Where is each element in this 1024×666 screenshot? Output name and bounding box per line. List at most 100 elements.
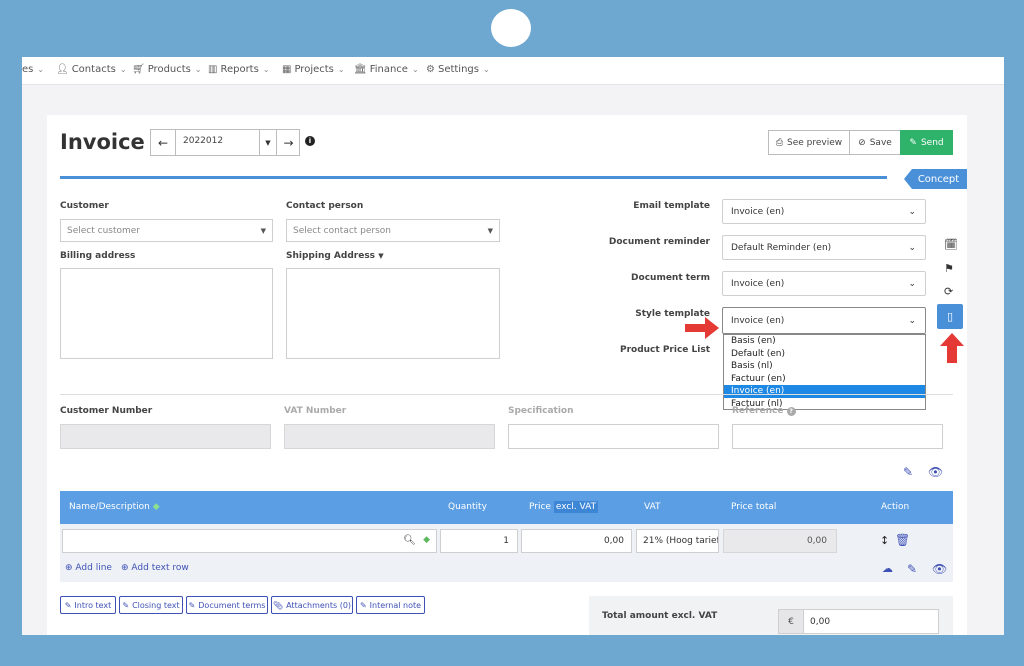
chevron-down-icon: ⌄ xyxy=(908,278,916,289)
nav-item-projects[interactable]: ▦ Projects ⌄ xyxy=(282,64,345,75)
invoice-number[interactable]: 2022012 xyxy=(183,136,223,146)
nav-item-settings[interactable]: ⚙ Settings ⌄ xyxy=(426,64,490,75)
cart-icon: 🛒︎ xyxy=(132,64,145,75)
top-navigation: es ⌄ 👤︎ Contacts ⌄ 🛒︎ Products ⌄ ▥ Reports ⌄ ▦ P… xyxy=(22,57,1004,85)
customer-placeholder: Select customer xyxy=(67,225,141,236)
billing-address-label: Billing address xyxy=(60,251,136,261)
email-template-label: Email template xyxy=(633,201,710,211)
invoice-number-navigator: ← 2022012 ▼ → xyxy=(150,129,300,156)
calendar-check-icon[interactable]: 🗓︎ xyxy=(944,238,958,251)
document-reminder-select[interactable]: Default Reminder (en) ⌄ xyxy=(722,235,926,260)
dropdown-option-selected[interactable]: Invoice (en) xyxy=(724,385,925,398)
shipping-address-field[interactable] xyxy=(286,268,500,359)
nav-label: Contacts xyxy=(71,64,116,75)
trash-icon[interactable]: 🗑︎ xyxy=(895,533,910,547)
help-icon[interactable]: ? xyxy=(786,407,796,416)
add-text-row-label: Add text row xyxy=(131,563,189,573)
customer-select[interactable]: Select customer ▼ xyxy=(60,219,273,242)
pencil-icon[interactable]: ✎ xyxy=(903,465,913,479)
chevron-down-icon: ⌄ xyxy=(908,206,916,217)
next-invoice-button[interactable]: → xyxy=(276,130,300,155)
document-term-value: Invoice (en) xyxy=(731,278,785,289)
reference-field[interactable] xyxy=(732,424,943,449)
reorder-icon[interactable]: ↕ xyxy=(880,534,889,547)
tag-icon[interactable]: ◆ xyxy=(423,535,430,545)
price-input[interactable]: 0,00 xyxy=(521,529,632,553)
description-input[interactable]: 🔍︎ ◆ xyxy=(62,529,437,553)
nav-item-reports[interactable]: ▥ Reports ⌄ xyxy=(208,64,270,75)
price-total-field: 0,00 xyxy=(723,529,837,553)
product-price-list-label: Product Price List xyxy=(619,345,710,355)
vat-select[interactable]: 21% (Hoog tarief xyxy=(636,529,719,553)
add-line-button[interactable]: ⊕ Add line xyxy=(65,563,112,573)
nav-item-products[interactable]: 🛒︎ Products ⌄ xyxy=(132,64,202,75)
page-title: Invoice xyxy=(60,130,145,154)
style-template-select[interactable]: Invoice (en) ⌄ xyxy=(722,307,926,334)
flag-icon[interactable]: ⚑ xyxy=(944,262,954,275)
bank-icon: 🏛︎ xyxy=(354,64,367,75)
nav-item-contacts[interactable]: 👤︎ Contacts ⌄ xyxy=(56,64,127,75)
reference-label: Reference ? xyxy=(732,406,796,416)
eye-icon[interactable]: 👁︎ xyxy=(928,465,943,479)
status-badge: Concept xyxy=(904,169,967,189)
edit-icon: ✎ xyxy=(188,600,196,610)
chevron-down-icon: ⌄ xyxy=(908,242,916,253)
save-button[interactable]: ⊘ Save xyxy=(849,130,901,155)
email-template-value: Invoice (en) xyxy=(731,206,785,217)
see-preview-button[interactable]: ⎙ See preview xyxy=(768,130,850,155)
send-button[interactable]: ✎ Send xyxy=(900,130,953,155)
pencil-icon[interactable]: ✎ xyxy=(907,562,917,576)
chevron-down-icon: ⌄ xyxy=(119,65,127,74)
document-terms-button[interactable]: ✎ Document terms xyxy=(186,596,268,614)
prev-invoice-button[interactable]: ← xyxy=(151,130,176,155)
shipping-address-text: Shipping Address xyxy=(286,251,376,261)
nav-label: Products xyxy=(147,64,191,75)
nav-item-finance[interactable]: 🏛︎ Finance ⌄ xyxy=(354,64,419,75)
refresh-icon[interactable]: ⟳ xyxy=(944,285,953,298)
price-total-column-header: Price total xyxy=(731,502,777,512)
contact-person-placeholder: Select contact person xyxy=(293,225,392,236)
dropdown-option[interactable]: Default (en) xyxy=(724,348,925,361)
contact-person-select[interactable]: Select contact person ▼ xyxy=(286,219,500,242)
section-divider xyxy=(60,394,953,395)
dropdown-option[interactable]: Basis (nl) xyxy=(724,360,925,373)
total-excl-vat-field: 0,00 xyxy=(803,609,939,634)
quantity-input[interactable]: 1 xyxy=(440,529,518,553)
nav-label: Projects xyxy=(294,64,334,75)
specification-field[interactable] xyxy=(508,424,719,449)
document-style-button[interactable]: ▯ xyxy=(937,304,963,329)
chart-icon: ▥ xyxy=(208,64,218,75)
billing-address-field[interactable] xyxy=(60,268,273,359)
chevron-down-icon: ⌄ xyxy=(337,65,345,74)
attachments-button[interactable]: 📎︎ Attachments (0) xyxy=(271,596,353,614)
dropdown-option[interactable]: Factuur (en) xyxy=(724,373,925,386)
user-icon: 👤︎ xyxy=(56,64,69,75)
vat-number-label: VAT Number xyxy=(284,406,347,416)
invoice-number-dropdown[interactable]: ▼ xyxy=(259,130,276,155)
add-line-label: Add line xyxy=(75,563,112,573)
nav-item-partial[interactable]: es ⌄ xyxy=(22,64,44,75)
document-term-select[interactable]: Invoice (en) ⌄ xyxy=(722,271,926,296)
intro-text-button[interactable]: ✎ Intro text xyxy=(60,596,116,614)
email-template-select[interactable]: Invoice (en) ⌄ xyxy=(722,199,926,224)
internal-note-button[interactable]: ✎ Internal note xyxy=(356,596,425,614)
tag-icon: ◆ xyxy=(152,502,160,512)
price-header-text: Price xyxy=(529,502,551,512)
add-text-row-button[interactable]: ⊕ Add text row xyxy=(121,563,189,573)
customer-number-label: Customer Number xyxy=(60,406,153,416)
dropdown-option[interactable]: Basis (en) xyxy=(724,335,925,348)
nav-label: Finance xyxy=(369,64,408,75)
closing-text-button[interactable]: ✎ Closing text xyxy=(119,596,183,614)
name-header-text: Name/Description xyxy=(69,502,150,512)
caret-down-icon: ▼ xyxy=(260,226,266,235)
info-icon[interactable]: i xyxy=(305,136,315,146)
shipping-address-label[interactable]: Shipping Address ▼ xyxy=(286,251,384,261)
eye-icon[interactable]: 👁︎ xyxy=(932,562,947,576)
customer-number-field xyxy=(60,424,271,449)
currency-addon: € xyxy=(778,609,804,634)
search-icon[interactable]: 🔍︎ xyxy=(403,535,416,546)
nav-label: Settings xyxy=(437,64,479,75)
tablet-frame: es ⌄ 👤︎ Contacts ⌄ 🛒︎ Products ⌄ ▥ Reports ⌄ ▦ P… xyxy=(0,0,1024,666)
cloud-upload-icon[interactable]: ☁ xyxy=(882,562,893,575)
price-tag-badge[interactable]: excl. VAT xyxy=(553,501,599,513)
